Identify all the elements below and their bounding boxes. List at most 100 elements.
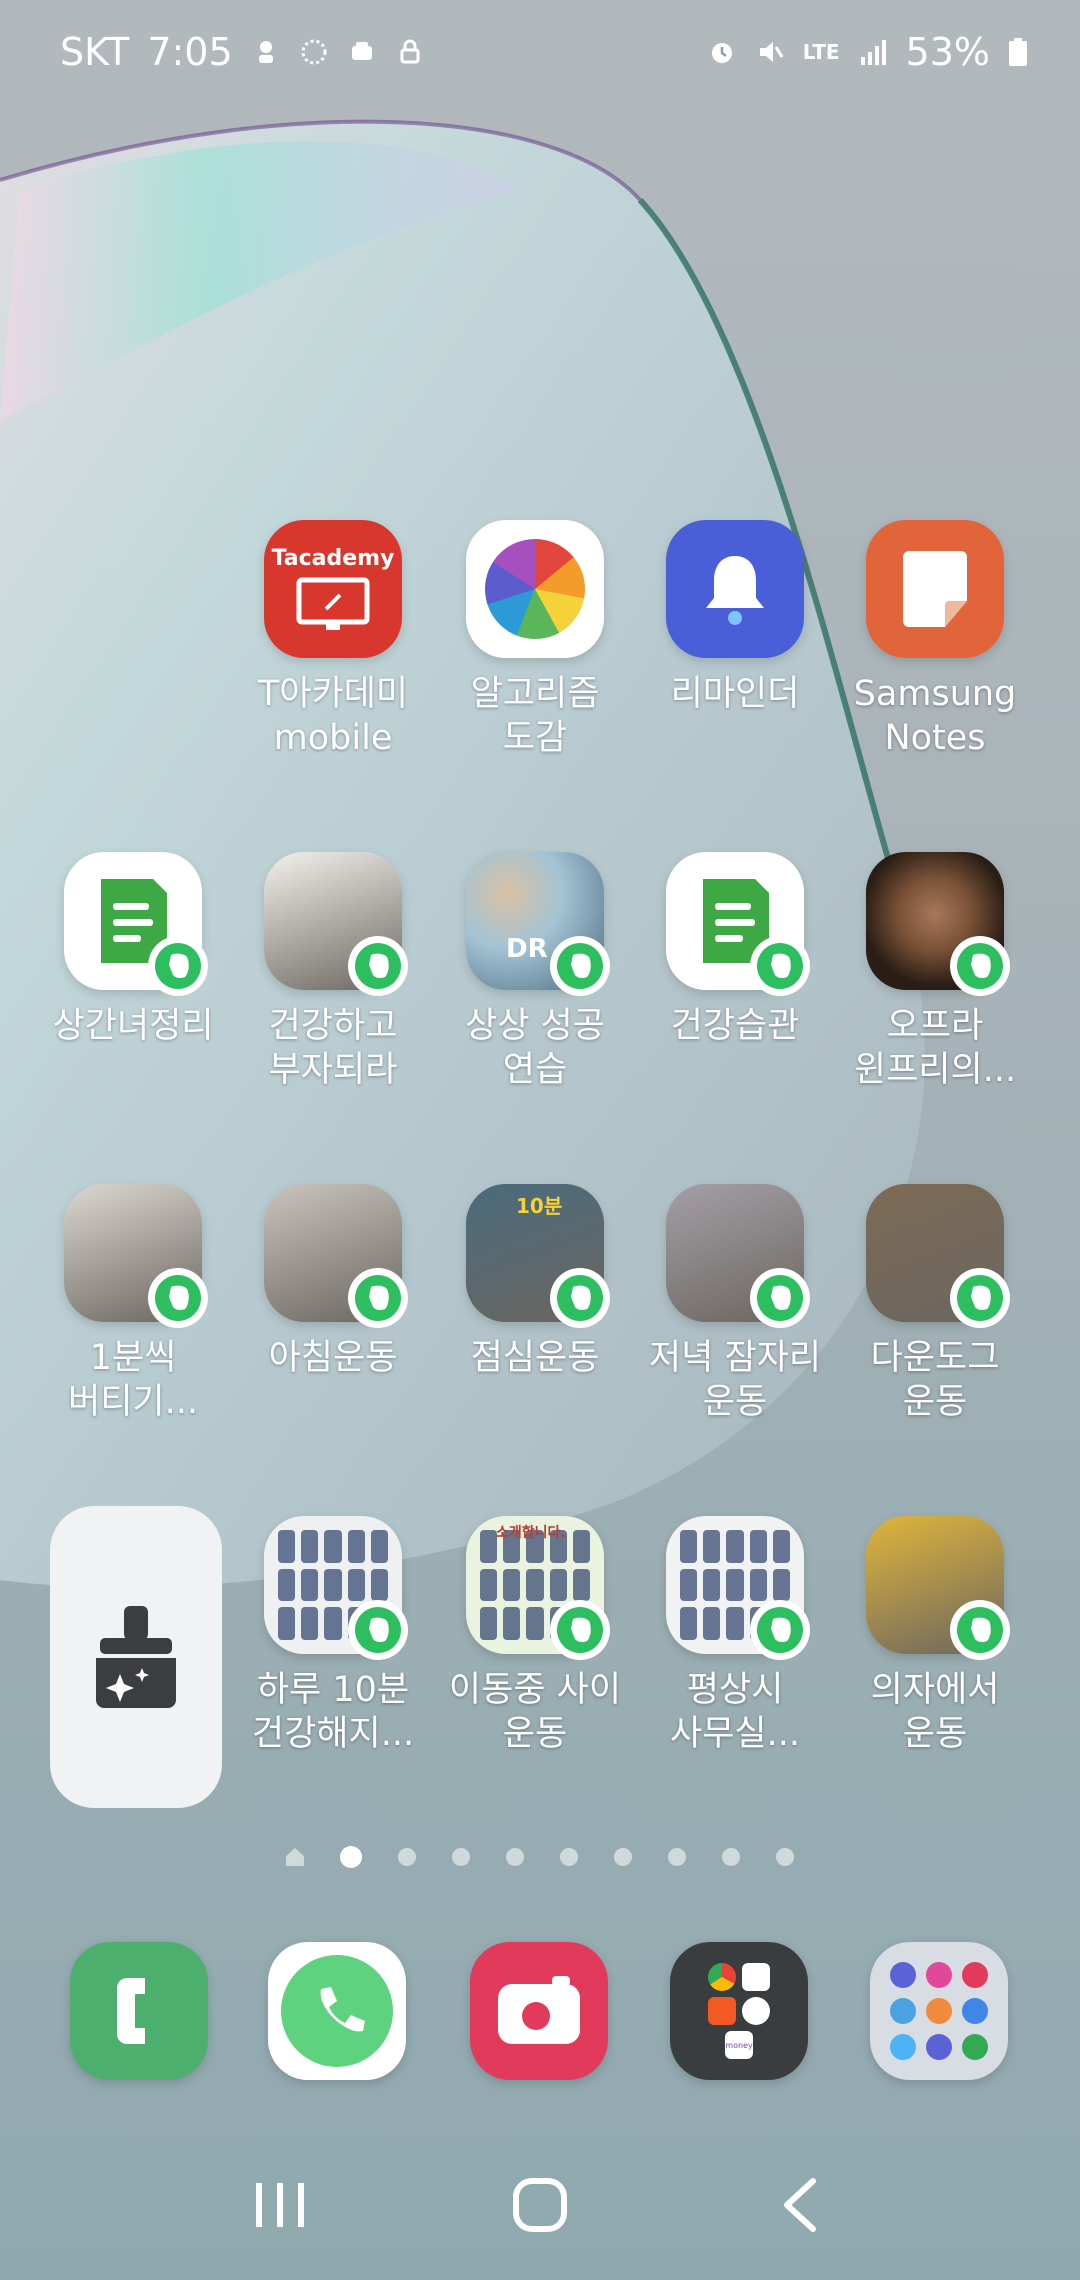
status-bar: SKT 7:05 LTE 53% [0,0,1080,104]
app-label: 알고리즘 도감 [470,674,600,758]
app-shortcut[interactable]: 1분씩 버티기... [38,1184,228,1424]
dock: money [0,1942,1080,2082]
evernote-badge-icon [348,936,408,996]
app-label: 평상시 사무실... [670,1670,800,1754]
app-shortcut[interactable]: 알고리즘 도감 [440,520,630,760]
balloons-caption: DR [506,934,548,964]
back-button[interactable] [750,2165,850,2245]
broom-icon [96,1606,176,1708]
app-label: 리마인더 [670,674,800,714]
app-label: 이동중 사이 운동 [448,1670,622,1754]
evernote-badge-icon [950,1268,1010,1328]
app-shortcut[interactable]: 아침운동 [238,1184,428,1380]
alarm-icon [711,43,732,63]
page-dot[interactable] [398,1848,416,1866]
page-dot[interactable] [668,1848,686,1866]
page-dot[interactable] [560,1848,578,1866]
exercise-chart-icon [264,1516,408,1660]
algorithm-icon [466,520,604,658]
evernote-badge-icon [348,1600,408,1660]
evernote-badge-icon [750,936,810,996]
app-label: 의자에서 운동 [870,1670,1000,1754]
app-shortcut[interactable]: 하루 10분 건강해지... [238,1516,428,1756]
device-care-widget[interactable] [50,1506,222,1808]
app-shortcut[interactable]: 상간녀정리 [38,852,228,1048]
home-page-icon[interactable] [286,1848,304,1866]
exercise-photo-icon: 10분 [466,1184,610,1328]
mute-icon [759,42,784,62]
navigation-bar [0,2150,1080,2260]
page-dot[interactable] [452,1848,470,1866]
app-shortcut[interactable]: Tacademy T아카데미 mobile [238,520,428,760]
app-label: T아카데미 mobile [257,674,409,758]
apps-drawer[interactable] [844,1942,1034,2080]
app-label: 건강습관 [670,1006,800,1046]
page-dot[interactable] [614,1848,632,1866]
home-icon [513,2178,567,2232]
tacademy-icon: Tacademy [264,520,402,658]
call-icon [268,1942,406,2080]
app-shortcut[interactable]: 의자에서 운동 [840,1516,1030,1756]
money-app-icon: money [725,2031,753,2059]
call-app[interactable] [242,1942,432,2080]
evernote-badge-icon [950,936,1010,996]
chrome-icon [708,1963,736,1991]
exercise-chart-icon: 소개합니다. [466,1516,610,1660]
exercise-photo-icon [64,1184,208,1328]
page-dot[interactable] [722,1848,740,1866]
app-shortcut[interactable]: 리마인더 [640,520,830,716]
back-icon [784,2178,816,2232]
app-label: Samsung Notes [853,674,1017,758]
evernote-badge-icon [550,1600,610,1660]
page-dot[interactable] [506,1848,524,1866]
handwriting-thumbnail-icon [264,852,408,996]
app-shortcut[interactable]: Samsung Notes [840,520,1030,760]
app-label: 오프라 윈프리의... [853,1006,1017,1090]
evernote-badge-icon [750,1268,810,1328]
tacademy-wordmark: Tacademy [271,545,395,571]
app-label: 아침운동 [268,1338,398,1378]
app-shortcut[interactable]: 다운도그 운동 [840,1184,1030,1424]
app-shortcut[interactable]: 오프라 윈프리의... [840,852,1030,1092]
app-shortcut[interactable]: 건강습관 [640,852,830,1048]
evernote-badge-icon [950,1600,1010,1660]
page-indicator[interactable] [0,1846,1080,1868]
phone-app[interactable] [44,1942,234,2080]
app-shortcut[interactable]: DR 상상 성공 연습 [440,852,630,1092]
balloons-thumbnail-icon: DR [466,852,610,996]
google-folder[interactable]: money [644,1942,834,2080]
google-icon [742,1997,770,2025]
portrait-thumbnail-icon [866,852,1010,996]
battery-icon [1009,38,1027,66]
evernote-badge-icon [550,1268,610,1328]
app-label: 1분씩 버티기... [68,1338,198,1422]
camera-app[interactable] [444,1942,634,2080]
app-shortcut[interactable]: 10분점심운동 [440,1184,630,1380]
folder-icon: money [670,1942,808,2080]
exercise-photo-icon [866,1516,1010,1660]
app-shortcut[interactable]: 저녁 잠자리 운동 [640,1184,830,1424]
signal-icon [860,40,886,65]
evernote-note-icon [666,852,810,996]
app-label: 상간녀정리 [52,1006,214,1046]
brave-icon [708,1997,736,2025]
evernote-badge-icon [750,1600,810,1660]
app-label: 점심운동 [470,1338,600,1378]
thumbnail-caption: 10분 [516,1194,563,1218]
camera-icon [470,1942,608,2080]
recent-apps-button[interactable] [230,2165,330,2245]
home-button[interactable] [490,2165,590,2245]
app-shortcut[interactable]: 평상시 사무실... [640,1516,830,1756]
page-dot[interactable] [776,1848,794,1866]
car-icon [351,42,372,60]
lock-icon [400,39,420,64]
app-label: 저녁 잠자리 운동 [648,1338,822,1422]
page-dot[interactable] [340,1846,362,1868]
wallpaper [0,119,925,1588]
evernote-badge-icon [148,936,208,996]
sync-icon [301,39,327,65]
app-shortcut[interactable]: 소개합니다. 이동중 사이 운동 [440,1516,630,1756]
app-shortcut[interactable]: 건강하고 부자되라 [238,852,428,1092]
evernote-note-icon [64,852,208,996]
recent-apps-icon [256,2183,304,2227]
